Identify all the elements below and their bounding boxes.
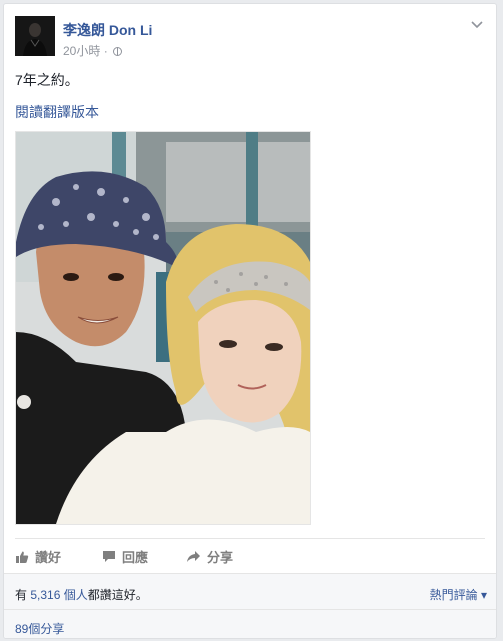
meta-separator: · bbox=[103, 44, 108, 58]
author-name-link[interactable]: 李逸朗 Don Li bbox=[63, 20, 152, 40]
likes-suffix: 都讚這好。 bbox=[87, 588, 148, 602]
like-label: 讚好 bbox=[35, 550, 62, 565]
post-timestamp[interactable]: 20小時 bbox=[63, 44, 100, 58]
comment-icon bbox=[103, 551, 115, 562]
shares-count-link[interactable]: 89個分享 bbox=[15, 620, 64, 637]
likes-people-link[interactable]: 個人 bbox=[64, 588, 88, 602]
comment-sort-dropdown[interactable]: 熱門評論 ▾ bbox=[430, 586, 487, 603]
caret-down-icon: ▾ bbox=[480, 588, 487, 602]
comment-button[interactable]: 回應 bbox=[102, 547, 148, 566]
post-actions: 讚好 回應 分享 bbox=[15, 538, 485, 571]
post-card: 李逸朗 Don Li 20小時 · 7年之約。 閱讀翻譯版本 讚好 回應 分享 … bbox=[3, 3, 497, 639]
thumbs-up-icon bbox=[16, 551, 29, 563]
likes-prefix: 有 bbox=[15, 588, 28, 602]
like-button[interactable]: 讚好 bbox=[15, 547, 61, 566]
share-label: 分享 bbox=[207, 550, 234, 565]
comment-sort-label: 熱門評論 bbox=[429, 588, 478, 602]
post-header: 李逸朗 Don Li 20小時 · bbox=[15, 16, 485, 60]
share-arrow-icon bbox=[187, 551, 200, 562]
post-message: 7年之約。 bbox=[15, 72, 79, 88]
globe-icon[interactable] bbox=[113, 47, 123, 56]
chevron-down-icon[interactable] bbox=[469, 18, 485, 32]
likes-summary: 有 5,316 個人都讚這好。 bbox=[15, 586, 148, 603]
post-meta: 20小時 · bbox=[63, 42, 123, 59]
likes-summary-bar: 有 5,316 個人都讚這好。 熱門評論 ▾ bbox=[4, 573, 496, 610]
see-translation-link[interactable]: 閱讀翻譯版本 bbox=[15, 102, 99, 122]
post-photo[interactable] bbox=[15, 131, 311, 525]
share-button[interactable]: 分享 bbox=[186, 547, 233, 566]
comment-label: 回應 bbox=[122, 550, 149, 565]
author-avatar[interactable] bbox=[15, 16, 55, 56]
likes-count-link[interactable]: 5,316 bbox=[30, 588, 60, 602]
shares-summary-bar: 89個分享 bbox=[4, 609, 496, 638]
